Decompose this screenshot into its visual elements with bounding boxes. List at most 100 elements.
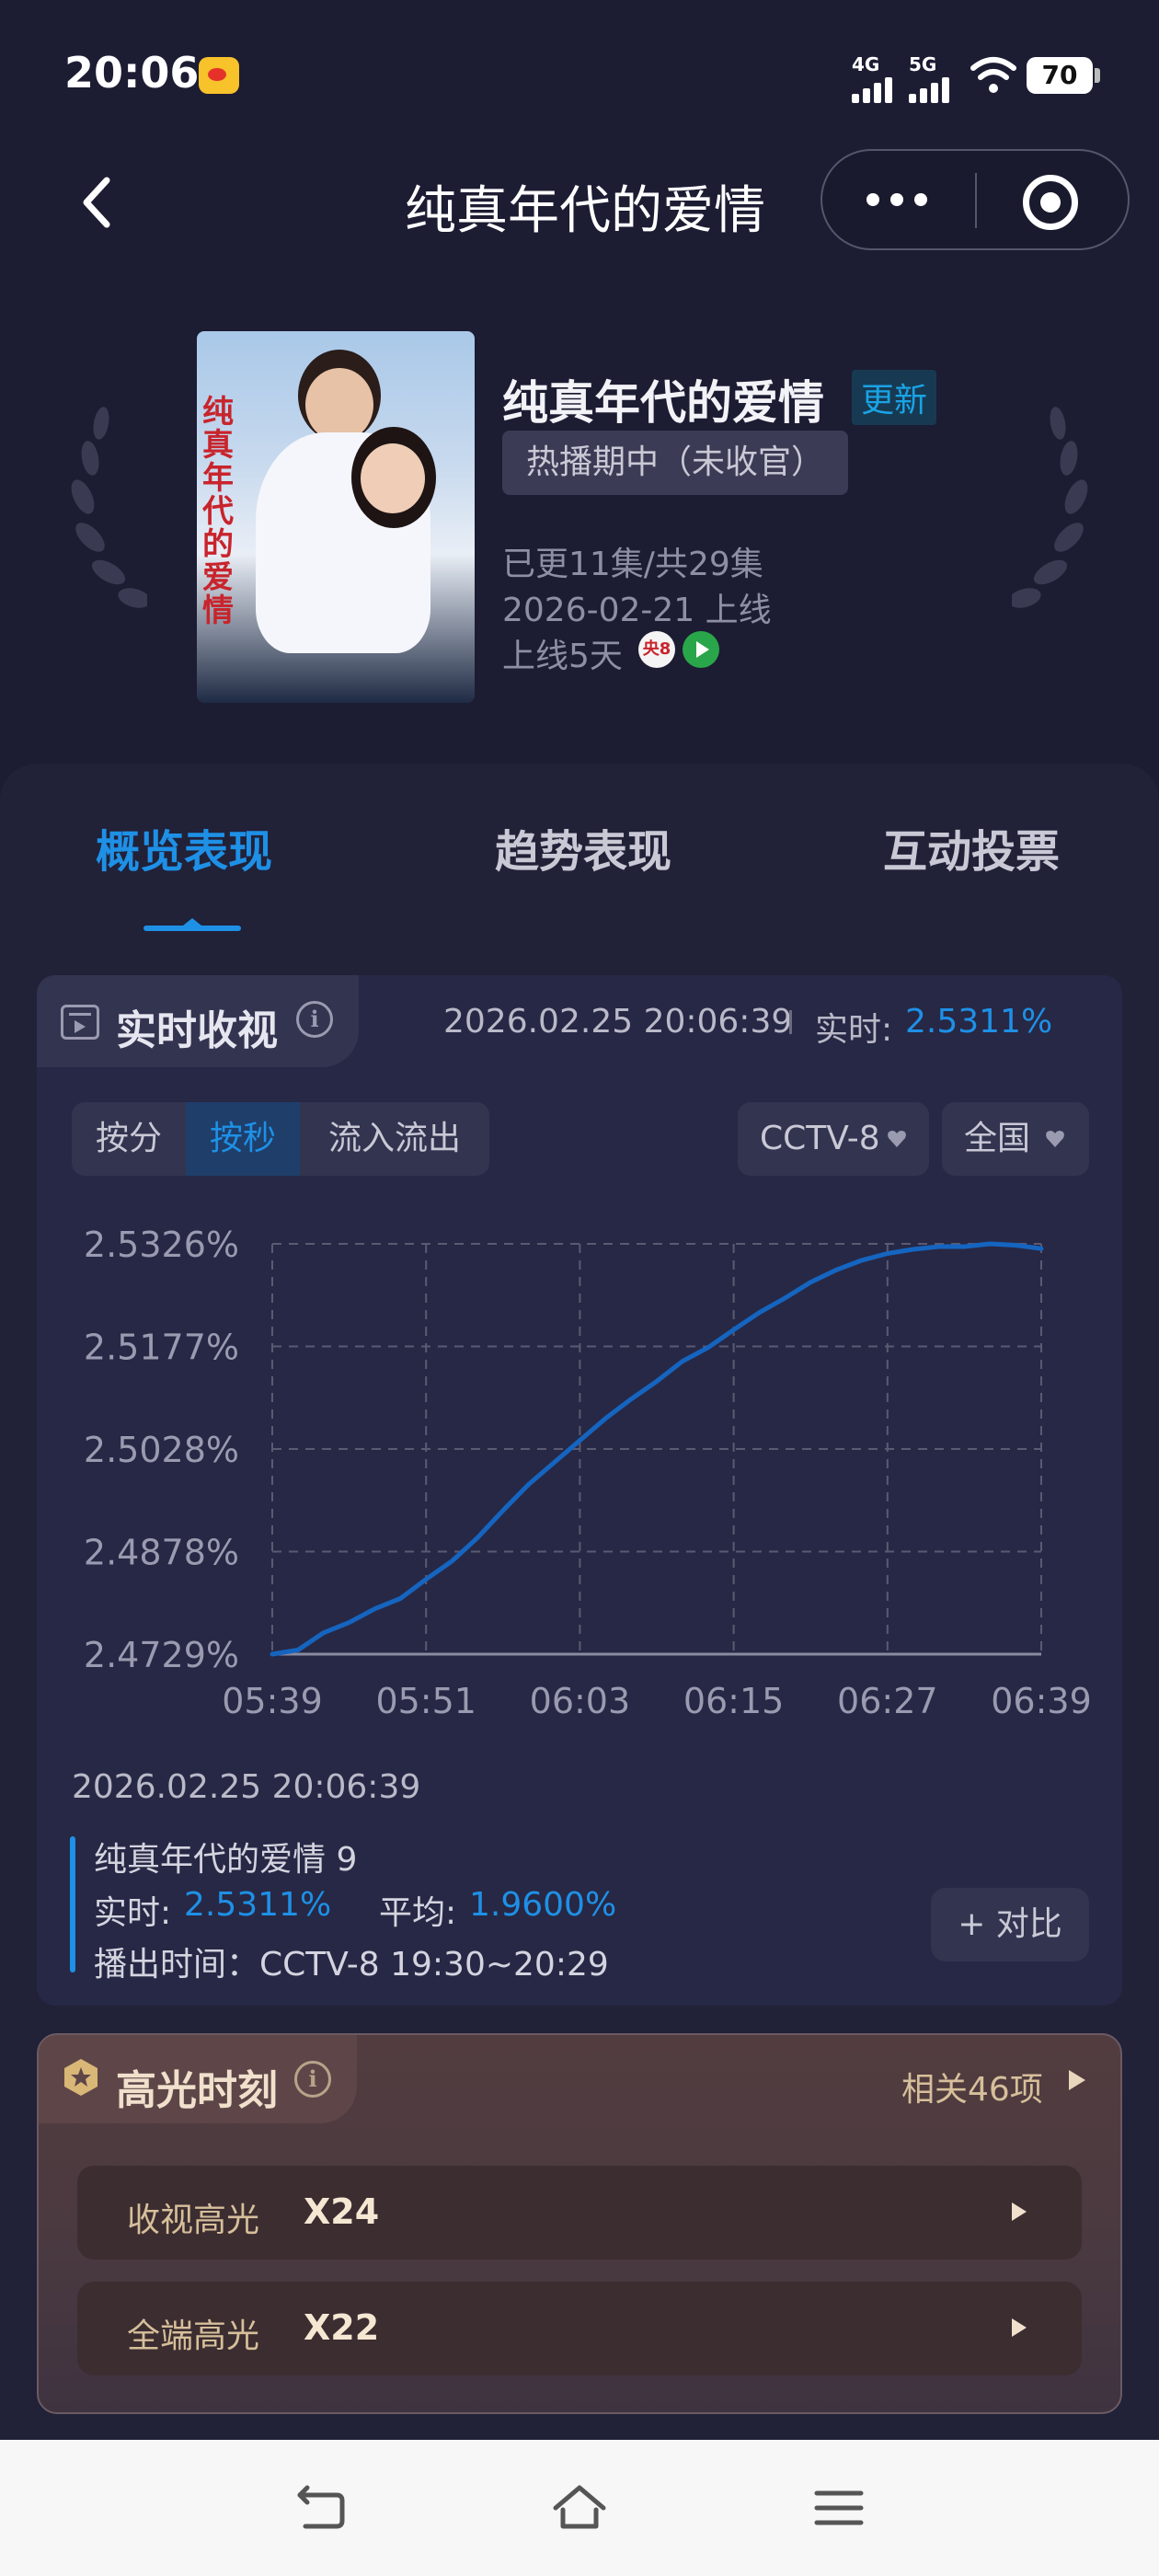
data-point [988,1242,993,1246]
laurel-right-icon [1012,407,1088,608]
y-tick-label: 2.5177% [84,1328,239,1368]
data-point [834,1268,839,1272]
system-navigation-bar [0,2440,1159,2576]
realtime-value: 2.5311% [905,1003,1053,1041]
data-point [321,1630,326,1635]
status-bar: 20:06 4G 5G 70 [0,0,1159,147]
y-tick-label: 2.4729% [84,1635,239,1675]
data-point [1039,1247,1043,1251]
video-platform-icon [683,631,719,668]
y-tick-label: 2.5326% [84,1225,239,1265]
home-icon[interactable] [552,2482,607,2534]
data-point [578,1438,582,1443]
x-tick-label: 06:39 [991,1681,1092,1721]
info-icon[interactable]: i [296,1001,333,1038]
capsule-divider [975,173,977,228]
x-tick-label: 06:03 [530,1681,631,1721]
data-point [859,1258,864,1262]
data-point [603,1416,608,1420]
show-poster[interactable]: 纯真年代的爱情 [197,331,475,703]
data-point [1014,1243,1018,1248]
highlights-related-link[interactable]: 相关46项 [901,2063,1043,2110]
tab-indicator [143,918,241,931]
channel-dropdown[interactable]: CCTV-8 [738,1102,929,1176]
realtime-rating-chart[interactable]: 2.5326% 2.5177% 2.5028% 2.4878% 2.4729% 05:39… [55,1214,1104,1739]
data-point [655,1379,659,1384]
data-point [629,1397,634,1401]
data-point [731,1328,736,1332]
back-icon[interactable] [293,2482,348,2534]
data-point [475,1535,479,1540]
segment-flow[interactable]: 流入流出 [300,1102,489,1176]
tab-vote[interactable]: 互动投票 [883,815,1060,880]
tab-trend[interactable]: 趋势表现 [495,815,671,880]
detail-episode-name: 纯真年代的爱情 9 [94,1841,358,1879]
detail-realtime-value: 2.5311% [184,1886,332,1924]
y-tick-label: 2.5028% [84,1430,239,1470]
mini-program-capsule [820,149,1130,250]
segment-by-minute[interactable]: 按分 [72,1102,186,1176]
highlight-row-rating[interactable]: 收视高光 X24 [77,2166,1082,2260]
days-online: 上线5天 [502,638,623,675]
region-dropdown[interactable]: 全国 [942,1102,1089,1176]
data-point [270,1652,274,1656]
data-point [706,1345,710,1350]
page-title: 纯真年代的爱情 [405,181,765,241]
data-point [424,1577,429,1581]
detail-average-label: 平均: [379,1894,457,1932]
realtime-label: 实时: [815,1011,893,1049]
channel-value: CCTV-8 [760,1120,880,1157]
region-value: 全国 [964,1120,1031,1157]
data-point [398,1596,403,1601]
episode-count: 已更11集/共29集 [502,546,763,583]
highlight-row-allplatform[interactable]: 全端高光 X22 [77,2282,1082,2375]
data-point [783,1296,787,1301]
premiere-date: 2026-02-21 上线 [502,592,772,629]
data-point [757,1310,762,1315]
detail-realtime-label: 实时: [94,1894,172,1932]
weibo-notification-icon [199,57,239,94]
play-arrow-icon[interactable] [1069,2070,1085,2090]
data-point [373,1606,377,1611]
play-arrow-icon [1012,2318,1027,2337]
poster-figure [305,368,373,442]
signal-icon [852,68,896,103]
heart-caret-icon [888,1131,906,1147]
info-icon[interactable]: i [294,2061,331,2098]
highlight-label: 收视高光 [127,2202,260,2239]
data-point [809,1280,813,1284]
heart-caret-icon [1046,1131,1064,1147]
highlight-label: 全端高光 [127,2317,260,2355]
realtime-title: 实时收视 [116,1007,278,1054]
y-tick-label: 2.4878% [84,1533,239,1573]
chevron-left-icon[interactable] [79,175,116,230]
data-point [450,1559,454,1564]
battery-indicator: 70 [1027,57,1100,94]
highlight-count: X22 [304,2307,380,2348]
x-tick-label: 05:51 [375,1681,476,1721]
data-point [936,1244,941,1248]
data-point [552,1460,557,1465]
status-time: 20:06 [64,48,200,98]
x-tick-label: 06:15 [683,1681,785,1721]
cctv8-channel-icon: 央8 [638,631,675,668]
more-dots-icon[interactable] [866,191,931,210]
target-icon[interactable] [1023,175,1078,230]
airing-status-chip: 热播期中（未收官） [502,431,848,495]
granularity-segmented-control: 按分 按秒 流入流出 [72,1102,489,1176]
menu-icon[interactable] [811,2482,866,2534]
x-tick-label: 06:27 [837,1681,938,1721]
wifi-icon [970,57,1016,93]
highlight-count: X24 [304,2191,380,2232]
update-badge: 更新 [852,370,937,425]
compare-button[interactable]: + 对比 [931,1888,1089,1961]
laurel-left-icon [71,407,147,608]
detail-timestamp: 2026.02.25 20:06:39 [72,1768,421,1806]
tab-overview[interactable]: 概览表现 [96,815,272,880]
data-point [500,1508,505,1512]
segment-by-second[interactable]: 按秒 [186,1102,300,1176]
data-point [680,1359,684,1363]
series-color-bar [70,1836,75,1972]
realtime-datetime: 2026.02.25 20:06:39 [443,1003,793,1041]
show-title: 纯真年代的爱情 [502,376,824,430]
